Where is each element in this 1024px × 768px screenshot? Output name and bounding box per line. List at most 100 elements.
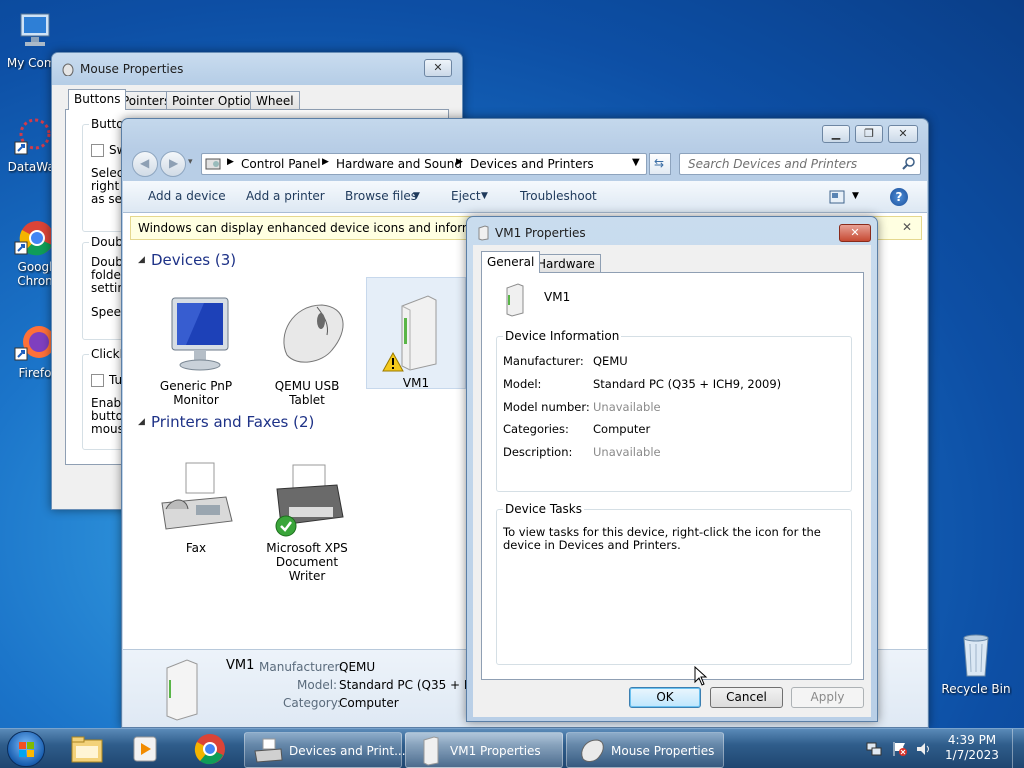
close-icon[interactable]: ✕ <box>902 220 912 234</box>
switch-buttons-checkbox[interactable] <box>91 144 104 157</box>
address-bar[interactable]: ▶ Control Panel ▶ Hardware and Sound ▶ D… <box>201 153 647 175</box>
tab-hardware[interactable]: Hardware <box>531 254 601 273</box>
printer-name-line2: Document Writer <box>275 555 339 583</box>
printer-microsoft-xps-document-writer[interactable]: Microsoft XPS Document Writer <box>257 457 357 583</box>
fax-icon <box>156 457 236 537</box>
window-title: Mouse Properties <box>80 62 184 76</box>
device-name-line2: Tablet <box>289 393 325 407</box>
back-arrow-icon: ◀ <box>140 156 150 170</box>
device-name: VM1 <box>402 376 430 390</box>
cancel-button[interactable]: Cancel <box>710 687 783 708</box>
command-bar: Add a device Add a printer Browse files … <box>123 181 927 213</box>
maximize-button[interactable]: ❐ <box>855 125 883 143</box>
device-tasks-group: Device Tasks To view tasks for this devi… <box>496 502 852 665</box>
details-label: Manufacturer: <box>259 660 344 674</box>
group-title: Device Information <box>503 329 622 343</box>
manufacturer-value: QEMU <box>593 354 628 368</box>
browse-files-button[interactable]: Browse files <box>345 189 417 203</box>
show-desktop-button[interactable] <box>1012 729 1024 768</box>
taskbar-item-mouse-properties[interactable]: Mouse Properties <box>566 732 724 768</box>
forward-button[interactable]: ▶ <box>160 151 186 177</box>
printer-name: Microsoft XPS <box>266 541 348 555</box>
clock[interactable]: 4:39 PM 1/7/2023 <box>940 733 1004 763</box>
mouse-icon <box>61 62 75 79</box>
close-icon: ✕ <box>433 61 443 74</box>
eject-button[interactable]: Eject <box>451 189 481 203</box>
help-icon[interactable]: ? <box>890 188 908 206</box>
recent-pages-dropdown[interactable]: ▾ <box>188 157 193 167</box>
maximize-icon: ❐ <box>864 127 874 140</box>
close-icon: ✕ <box>898 127 908 140</box>
chrome-icon[interactable] <box>193 732 227 768</box>
address-dropdown-icon[interactable]: ▼ <box>632 157 640 168</box>
device-qemu-usb-tablet[interactable]: QEMU USB Tablet <box>257 295 357 407</box>
control-panel-icon <box>205 156 221 175</box>
printer-fax[interactable]: Fax <box>146 457 246 555</box>
desktop-icon-label: Recycle Bin <box>941 682 1011 696</box>
device-name: QEMU USB <box>274 379 340 393</box>
forward-arrow-icon: ▶ <box>169 156 179 170</box>
tab-buttons[interactable]: Buttons <box>68 89 127 110</box>
breadcrumb-separator: ▶ <box>322 157 329 167</box>
recycle-bin-icon <box>954 630 998 677</box>
device-vm1[interactable]: VM1 <box>366 277 466 390</box>
info-bar-text: Windows can display enhanced device icon… <box>138 221 513 235</box>
collapse-arrow-icon[interactable]: ◢ <box>138 255 145 265</box>
media-player-icon[interactable] <box>130 734 164 767</box>
breadcrumb-hardware-and-sound[interactable]: Hardware and Sound <box>336 157 462 171</box>
back-button[interactable]: ◀ <box>132 151 158 177</box>
ok-button[interactable]: OK <box>629 687 701 708</box>
add-a-printer-button[interactable]: Add a printer <box>246 189 325 203</box>
chevron-down-icon[interactable]: ▼ <box>852 191 859 201</box>
devices-section-header[interactable]: Devices (3) <box>151 251 236 269</box>
model-label: Model: <box>503 377 542 391</box>
change-view-icon[interactable] <box>829 190 845 207</box>
mouse-icon <box>267 295 347 375</box>
taskbar-item-vm1-properties[interactable]: VM1 Properties <box>405 732 563 768</box>
details-value: QEMU <box>339 660 376 674</box>
warning-icon <box>382 351 404 375</box>
close-button[interactable]: ✕ <box>424 59 452 77</box>
tab-general[interactable]: General <box>481 251 541 273</box>
volume-icon[interactable] <box>916 741 932 760</box>
troubleshoot-button[interactable]: Troubleshoot <box>520 189 597 203</box>
network-icon[interactable] <box>866 741 882 760</box>
computer-tower-icon <box>502 283 528 320</box>
fax-icon <box>253 737 283 766</box>
computer-tower-icon <box>476 225 490 244</box>
model-number-value: Unavailable <box>593 400 661 414</box>
printer-icon <box>267 457 347 537</box>
apply-button[interactable]: Apply <box>791 687 864 708</box>
search-input[interactable]: Search Devices and Printers <box>679 153 921 175</box>
mouse-cursor-icon <box>694 665 708 689</box>
add-a-device-button[interactable]: Add a device <box>148 189 226 203</box>
device-generic-pnp-monitor[interactable]: Generic PnP Monitor <box>146 295 246 407</box>
taskbar-item-devices-and-printers[interactable]: Devices and Print... <box>244 732 406 768</box>
minimize-icon: ▁ <box>831 127 841 140</box>
breadcrumb-devices-and-printers[interactable]: Devices and Printers <box>470 157 594 171</box>
device-name: Generic PnP <box>159 379 233 393</box>
close-button[interactable]: ✕ <box>888 125 918 143</box>
breadcrumb-control-panel[interactable]: Control Panel <box>241 157 321 171</box>
categories-label: Categories: <box>503 422 569 436</box>
description-value: Unavailable <box>593 445 661 459</box>
action-center-flag-icon[interactable] <box>892 741 908 760</box>
close-icon: ✕ <box>850 226 860 239</box>
computer-tower-icon <box>420 736 442 768</box>
start-button[interactable] <box>7 731 45 767</box>
desktop-icon-recycle-bin[interactable]: Recycle Bin <box>940 630 1012 696</box>
printers-section-header[interactable]: Printers and Faxes (2) <box>151 413 314 431</box>
refresh-button[interactable]: ⇆ <box>649 153 671 175</box>
refresh-icon: ⇆ <box>654 156 665 170</box>
collapse-arrow-icon[interactable]: ◢ <box>138 417 145 427</box>
details-label: Category: <box>283 696 341 710</box>
tab-wheel[interactable]: Wheel <box>250 91 300 110</box>
clicklock-checkbox[interactable] <box>91 374 104 387</box>
description-label: Description: <box>503 445 573 459</box>
windows-logo-icon <box>19 742 34 757</box>
minimize-button[interactable]: ▁ <box>822 125 850 143</box>
details-value: Computer <box>339 696 399 710</box>
device-name-line2: Monitor <box>173 393 219 407</box>
close-button[interactable]: ✕ <box>839 224 871 242</box>
file-explorer-icon[interactable] <box>70 734 104 767</box>
